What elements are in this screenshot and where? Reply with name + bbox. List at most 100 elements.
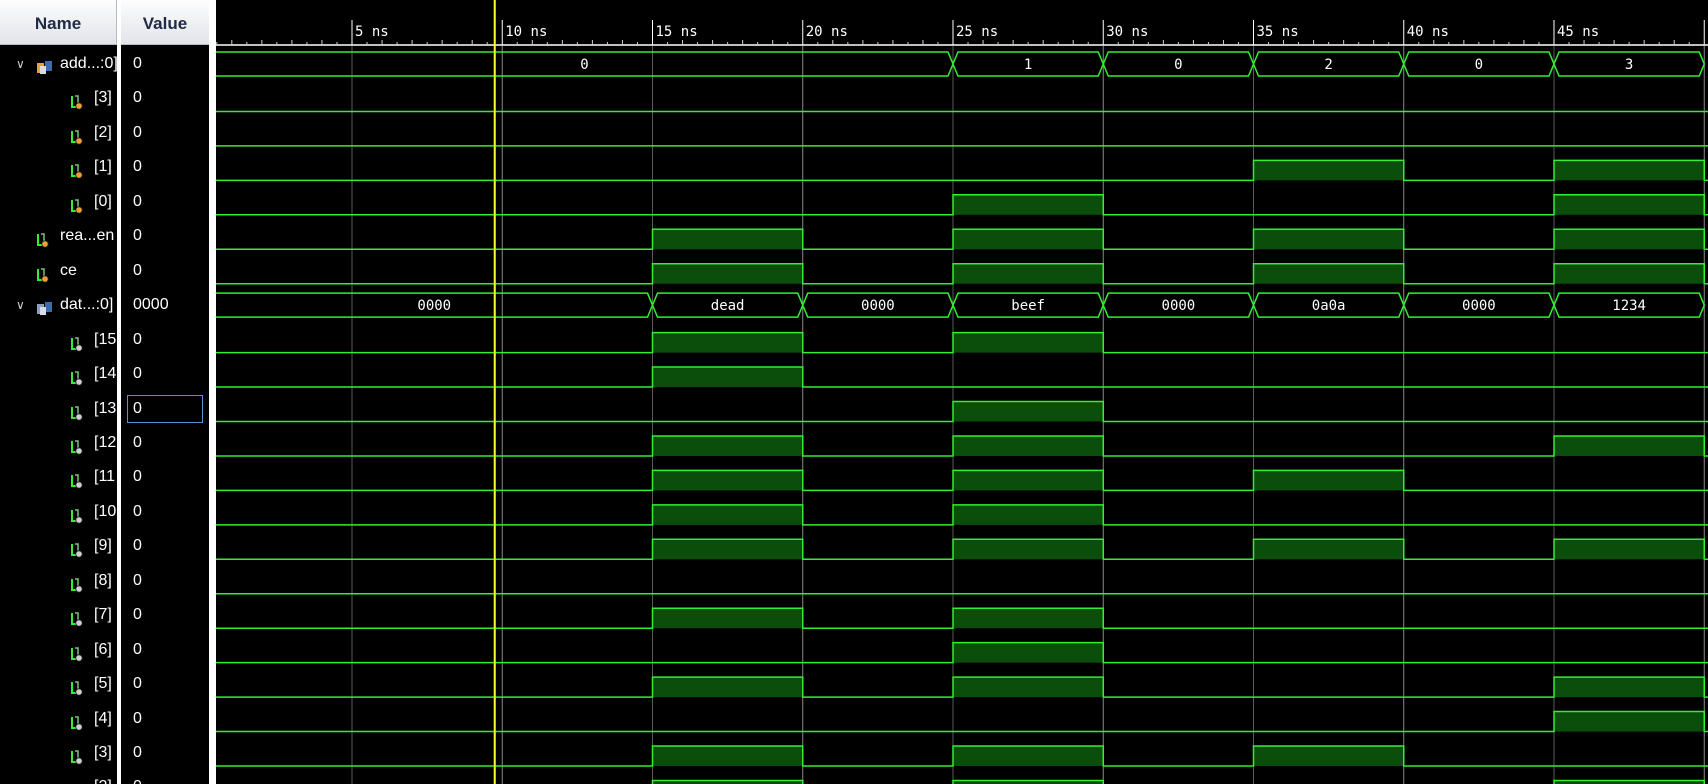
panel-splitter[interactable] xyxy=(209,0,216,784)
bit-waveform[interactable] xyxy=(216,194,1708,216)
signal-name: [4] xyxy=(94,709,112,727)
bit-waveform[interactable] xyxy=(216,469,1708,492)
bit-waveform[interactable] xyxy=(216,676,1708,698)
bit-waveform[interactable] xyxy=(216,435,1708,457)
signal-value[interactable]: 0 xyxy=(121,460,209,494)
signal-name: [10 xyxy=(94,502,117,520)
signal-value-text: 0 xyxy=(133,778,142,784)
bit-waveform[interactable] xyxy=(216,779,1708,784)
waveform-canvas[interactable]: 5 ns 10 ns 15 ns 20 ns 25 ns 30 ns 35 ns 40 ns 4… xyxy=(216,0,1708,784)
signal-row[interactable]: [3] xyxy=(0,736,117,770)
signal-row[interactable]: ce xyxy=(0,254,117,288)
signal-row[interactable]: [13 xyxy=(0,392,117,426)
high-pulse-fill xyxy=(1253,746,1404,766)
timeline-label: 30 ns xyxy=(1106,24,1148,40)
signal-row[interactable]: [5] xyxy=(0,667,117,701)
expand-chevron-icon[interactable]: ∨ xyxy=(16,47,30,81)
signal-value-text: 0 xyxy=(133,468,142,486)
signal-value[interactable]: 0 xyxy=(121,529,209,563)
signal-name: [13 xyxy=(94,399,117,417)
signal-value-text: 0 xyxy=(133,261,142,279)
signal-value[interactable]: 0 xyxy=(121,702,209,736)
signal-row[interactable]: [3] xyxy=(0,81,117,115)
high-pulse-fill xyxy=(652,435,803,456)
signal-row[interactable]: [0] xyxy=(0,185,117,219)
signal-value[interactable]: 0 xyxy=(121,185,209,219)
bit-waveform[interactable] xyxy=(216,641,1708,664)
signal-value-text: 0 xyxy=(133,89,142,107)
signal-value[interactable]: 0 xyxy=(121,736,209,770)
high-pulse-fill xyxy=(1253,160,1404,181)
signal-value[interactable]: 0 xyxy=(121,564,209,598)
high-pulse-fill xyxy=(1554,435,1705,456)
signal-value[interactable]: 0 xyxy=(121,323,209,357)
timeline-label: 40 ns xyxy=(1407,24,1449,40)
value-panel: Value 0000000000000000000000000 xyxy=(121,0,209,784)
timeline-label: 35 ns xyxy=(1257,24,1299,40)
bit-waveform[interactable] xyxy=(216,159,1708,182)
timeline-label: 5 ns xyxy=(355,24,389,40)
signal-row[interactable]: [7] xyxy=(0,598,117,632)
output-bit-icon xyxy=(70,434,84,455)
bit-waveform[interactable] xyxy=(216,607,1708,629)
bit-waveform-line xyxy=(216,366,1708,388)
signal-row[interactable]: [11 xyxy=(0,460,117,494)
signal-value[interactable]: 0 xyxy=(121,598,209,632)
bus-value-label: dead xyxy=(711,298,745,314)
signal-value-field-selected[interactable]: 0 xyxy=(121,392,209,426)
signal-value[interactable]: 0000 xyxy=(121,288,209,322)
signal-row[interactable]: [12 xyxy=(0,426,117,460)
bit-waveform[interactable] xyxy=(216,710,1708,733)
input-bit-icon xyxy=(70,89,84,111)
signal-value[interactable]: 0 xyxy=(121,633,209,667)
input-bit-icon xyxy=(36,227,50,248)
signal-value[interactable]: 0 xyxy=(121,667,209,701)
signal-row[interactable]: [2] xyxy=(0,116,117,150)
bus-value-label: 0a0a xyxy=(1312,298,1346,314)
signal-row[interactable]: rea...en xyxy=(0,219,117,253)
signal-name: rea...en xyxy=(60,227,115,245)
signal-row[interactable]: [6] xyxy=(0,633,117,667)
signal-value-text: 0 xyxy=(133,227,142,245)
expand-chevron-icon[interactable]: ∨ xyxy=(16,288,30,322)
bit-waveform[interactable] xyxy=(216,262,1708,285)
signal-row[interactable]: ∨ dat...:0] xyxy=(0,288,117,322)
high-pulse-fill xyxy=(1554,194,1705,215)
bit-waveform[interactable] xyxy=(216,331,1708,354)
signal-name: [9] xyxy=(94,537,112,555)
bus-waveform[interactable]: 0000 dead 0000 beef 0000 0a0a 0000 1234 xyxy=(216,292,1706,318)
signal-value[interactable]: 0 xyxy=(121,47,209,81)
signal-value[interactable]: 0 xyxy=(121,219,209,253)
signal-row[interactable]: [1] xyxy=(0,150,117,184)
signal-row[interactable]: [14 xyxy=(0,357,117,391)
value-column-header[interactable]: Value xyxy=(121,0,209,45)
high-pulse-fill xyxy=(652,470,803,491)
waveform-viewer[interactable]: 5 ns 10 ns 15 ns 20 ns 25 ns 30 ns 35 ns 40 ns 4… xyxy=(216,0,1708,784)
signal-row[interactable]: [8] xyxy=(0,564,117,598)
signal-value[interactable]: 0 xyxy=(121,150,209,184)
signal-row[interactable]: [9] xyxy=(0,529,117,563)
signal-row[interactable]: ∨ add...:0] xyxy=(0,47,117,81)
timeline-label: 45 ns xyxy=(1557,24,1599,40)
signal-value[interactable]: 0 xyxy=(121,81,209,115)
bit-waveform[interactable] xyxy=(216,400,1708,423)
signal-row[interactable]: [2] xyxy=(0,770,117,784)
signal-row[interactable]: [15 xyxy=(0,323,117,357)
bit-waveform[interactable] xyxy=(216,504,1708,526)
signal-value[interactable]: 0 xyxy=(121,254,209,288)
signal-value[interactable]: 0 xyxy=(121,357,209,391)
signal-row[interactable]: [4] xyxy=(0,702,117,736)
bit-waveform[interactable] xyxy=(216,745,1708,767)
bit-waveform[interactable] xyxy=(216,366,1708,388)
bus-value-label: 1 xyxy=(1024,57,1032,73)
signal-value[interactable]: 0 xyxy=(121,770,209,784)
name-column-header[interactable]: Name xyxy=(0,0,117,45)
signal-value[interactable]: 0 xyxy=(121,116,209,150)
signal-value[interactable]: 0 xyxy=(121,426,209,460)
bit-waveform[interactable] xyxy=(216,538,1708,561)
signal-row[interactable]: [10 xyxy=(0,495,117,529)
signal-value[interactable]: 0 xyxy=(121,495,209,529)
bit-waveform[interactable] xyxy=(216,228,1708,250)
bus-waveform[interactable]: 0 1 0 2 0 3 xyxy=(216,51,1706,77)
signal-value-text: 0 xyxy=(133,123,142,141)
